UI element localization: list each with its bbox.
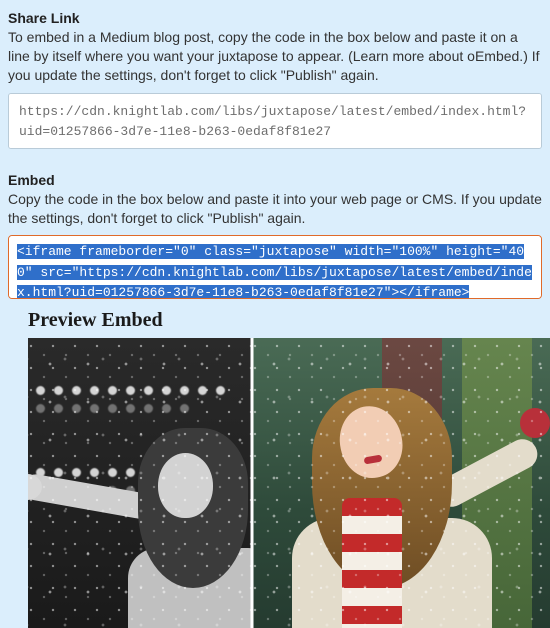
juxtapose-before-image	[28, 338, 252, 628]
embed-description: Copy the code in the box below and paste…	[8, 190, 542, 228]
juxtapose-divider-handle[interactable]	[251, 338, 254, 628]
share-link-description: To embed in a Medium blog post, copy the…	[8, 28, 542, 85]
juxtapose-after-image	[252, 338, 550, 628]
preview-embed-heading: Preview Embed	[28, 309, 542, 332]
preview-embed-frame[interactable]	[28, 338, 550, 628]
juxtapose-slider[interactable]	[28, 338, 550, 628]
embed-heading: Embed	[8, 172, 542, 188]
share-link-code-box[interactable]	[8, 93, 542, 149]
embed-code-box[interactable]: <iframe frameborder="0" class="juxtapose…	[8, 235, 542, 299]
share-link-heading: Share Link	[8, 10, 542, 26]
